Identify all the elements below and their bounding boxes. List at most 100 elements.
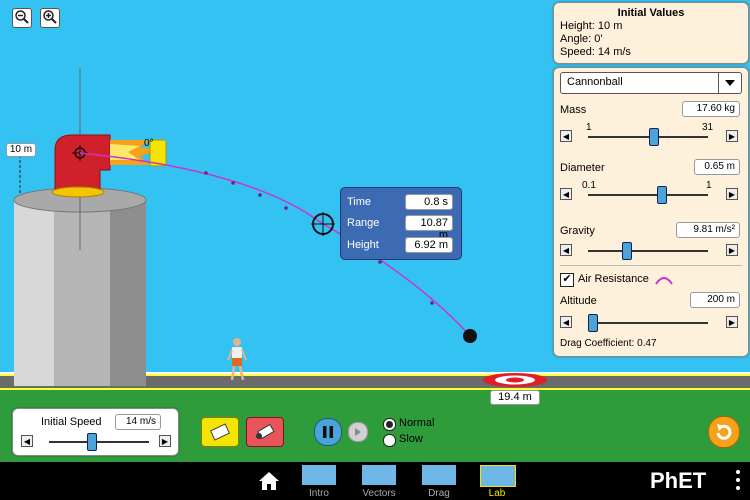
home-icon[interactable] xyxy=(258,471,280,491)
initial-angle: Angle: 0' xyxy=(560,33,603,45)
reset-all-button[interactable] xyxy=(708,416,740,448)
angle-label: 0° xyxy=(144,138,154,149)
drag-thumbnail-icon xyxy=(422,465,456,485)
drag-arc-icon xyxy=(655,277,673,285)
initial-speed-panel: Initial Speed 14 m/s ◀ ▶ xyxy=(12,408,179,456)
mass-increase-button[interactable]: ▶ xyxy=(726,130,738,142)
height-measure-value: 6.92 m xyxy=(405,237,453,253)
speed-increase-button[interactable]: ▶ xyxy=(159,435,171,447)
reset-icon xyxy=(716,424,732,440)
tab-drag[interactable]: Drag xyxy=(420,462,458,500)
gravity-slider-track[interactable] xyxy=(588,250,708,252)
gravity-label: Gravity xyxy=(560,225,595,237)
mass-min: 1 xyxy=(586,122,592,133)
altitude-decrease-button[interactable]: ◀ xyxy=(560,316,572,328)
diameter-label: Diameter xyxy=(560,162,605,174)
altitude-increase-button[interactable]: ▶ xyxy=(726,316,738,328)
tab-intro[interactable]: Intro xyxy=(300,462,338,500)
eraser-button[interactable] xyxy=(201,417,239,447)
diameter-min: 0.1 xyxy=(582,180,596,191)
mass-value: 17.60 kg xyxy=(682,101,740,117)
speed-decrease-button[interactable]: ◀ xyxy=(21,435,33,447)
initial-speed-value: 14 m/s xyxy=(115,414,161,430)
tower-shade xyxy=(110,200,146,386)
height-measure-label: Height xyxy=(347,239,379,251)
trajectory-dot xyxy=(204,171,208,175)
trajectory-dot xyxy=(430,301,434,305)
initial-height: Height: 10 m xyxy=(560,20,623,32)
normal-radio[interactable] xyxy=(383,418,396,431)
slow-label: Slow xyxy=(399,433,423,445)
cannon-base xyxy=(51,186,105,198)
dropdown-arrow-icon xyxy=(718,73,741,93)
gravity-increase-button[interactable]: ▶ xyxy=(726,244,738,256)
diameter-value: 0.65 m xyxy=(694,159,740,175)
gravity-value: 9.81 m/s² xyxy=(676,222,740,238)
tab-vectors-label: Vectors xyxy=(362,488,396,499)
cannon-fire-icon xyxy=(256,423,275,440)
divider xyxy=(560,265,742,266)
navigation-bar: Intro Vectors Drag Lab PhET xyxy=(0,462,750,500)
initial-values-title: Initial Values xyxy=(617,7,685,19)
diameter-decrease-button[interactable]: ◀ xyxy=(560,188,572,200)
tab-vectors[interactable]: Vectors xyxy=(358,462,400,500)
initial-values-panel: Initial Values Height: 10 m Angle: 0' Sp… xyxy=(553,2,749,64)
height-label[interactable]: 10 m xyxy=(6,143,36,157)
phet-logo[interactable]: PhET xyxy=(650,468,706,494)
range-value: 10.87 m xyxy=(405,215,453,241)
time-label: Time xyxy=(347,196,372,208)
cannonball xyxy=(463,329,477,343)
mass-slider-track[interactable] xyxy=(588,136,708,138)
tab-lab[interactable]: Lab xyxy=(478,462,516,500)
target-distance-label: 19.4 m xyxy=(490,390,540,405)
pause-button[interactable] xyxy=(314,418,342,446)
normal-label: Normal xyxy=(399,417,435,429)
projectile-select-value: Cannonball xyxy=(567,76,623,88)
initial-speed-label: Initial Speed xyxy=(41,416,102,428)
gravity-slider-thumb[interactable] xyxy=(622,242,632,260)
slow-radio[interactable] xyxy=(383,434,396,447)
step-button[interactable] xyxy=(348,422,368,442)
time-value: 0.8 s xyxy=(405,194,453,210)
tower-highlight xyxy=(14,200,54,386)
cannon-body[interactable] xyxy=(54,134,111,191)
projectile-panel: Cannonball Mass 17.60 kg 1 31 ◀ ▶ Diamet… xyxy=(553,67,749,357)
target-center xyxy=(506,377,524,383)
vectors-thumbnail-icon xyxy=(362,465,396,485)
trajectory-dot xyxy=(378,260,382,264)
diameter-slider-track[interactable] xyxy=(588,194,708,196)
altitude-value: 200 m xyxy=(690,292,740,308)
initial-speed: Speed: 14 m/s xyxy=(560,46,631,58)
air-resistance-label: Air Resistance xyxy=(578,273,649,285)
drag-coefficient: Drag Coefficient: 0.47 xyxy=(560,338,657,349)
projectile-select[interactable]: Cannonball xyxy=(560,72,742,94)
mass-slider-thumb[interactable] xyxy=(649,128,659,146)
range-label: Range xyxy=(347,217,380,229)
speed-slider-thumb[interactable] xyxy=(87,433,97,451)
mass-decrease-button[interactable]: ◀ xyxy=(560,130,572,142)
fire-button[interactable] xyxy=(246,417,284,447)
altitude-slider-thumb[interactable] xyxy=(588,314,598,332)
gravity-decrease-button[interactable]: ◀ xyxy=(560,244,572,256)
eraser-icon xyxy=(209,423,231,441)
lab-thumbnail-icon xyxy=(480,465,516,487)
altitude-label: Altitude xyxy=(560,295,597,307)
mass-label: Mass xyxy=(560,104,587,116)
altitude-slider-track[interactable] xyxy=(588,322,708,324)
trajectory-dot xyxy=(284,206,288,210)
measurement-readout: Time 0.8 s Range 10.87 m Height 6.92 m xyxy=(340,187,462,260)
tab-drag-label: Drag xyxy=(428,488,450,499)
diameter-slider-thumb[interactable] xyxy=(657,186,667,204)
pause-icon xyxy=(323,426,333,438)
menu-icon[interactable] xyxy=(736,470,740,492)
step-forward-icon xyxy=(355,428,361,436)
trajectory-dot xyxy=(231,181,235,185)
person-figure xyxy=(227,338,247,381)
speed-slider-track[interactable] xyxy=(49,441,149,443)
diameter-increase-button[interactable]: ▶ xyxy=(726,188,738,200)
mass-max: 31 xyxy=(702,122,714,133)
tab-lab-label: Lab xyxy=(488,488,506,499)
tab-intro-label: Intro xyxy=(308,488,329,499)
air-resistance-checkbox[interactable]: ✔ xyxy=(560,273,574,287)
diameter-max: 1 xyxy=(706,180,712,191)
